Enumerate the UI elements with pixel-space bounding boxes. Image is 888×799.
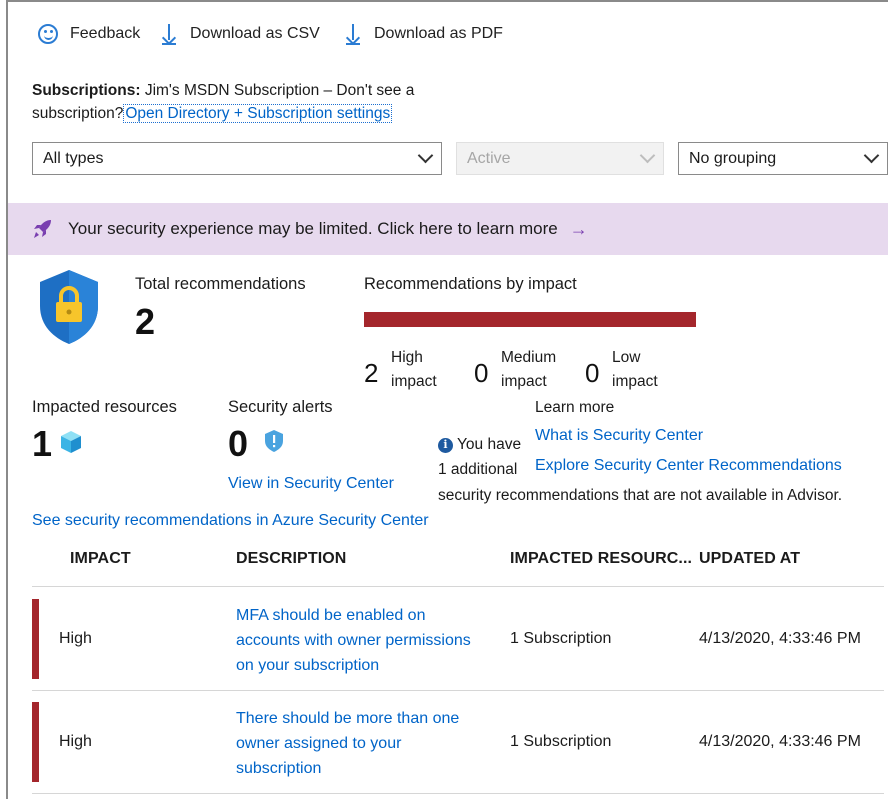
- low-impact-label: Low impact: [612, 349, 658, 390]
- impacted-resources-value: 1: [32, 423, 53, 464]
- grouping-value: No grouping: [689, 149, 777, 167]
- column-header-updated-at[interactable]: UPDATED AT: [699, 550, 800, 568]
- subscription-hint: subscription?: [32, 105, 124, 122]
- arrow-right-icon: →: [569, 218, 588, 239]
- low-impact-count: 0: [585, 358, 600, 388]
- subscriptions-info: Subscriptions: Jim's MSDN Subscription –…: [32, 79, 472, 125]
- alert-shield-icon: [265, 430, 283, 452]
- status-filter-value: Active: [467, 149, 511, 167]
- info-note-line1: i You have: [438, 435, 521, 455]
- high-impact-label: High impact: [391, 349, 437, 390]
- row-impact: High: [59, 630, 92, 647]
- banner-text: Your security experience may be limited.…: [68, 219, 558, 238]
- column-header-description[interactable]: DESCRIPTION: [236, 550, 346, 568]
- high-impact-marker: [32, 599, 39, 679]
- explore-recommendations-link[interactable]: Explore Security Center Recommendations: [535, 457, 842, 475]
- advisor-security-panel: Feedback Download as CSV Download as PDF…: [6, 0, 888, 799]
- subscriptions-label: Subscriptions:: [32, 82, 141, 99]
- high-impact-marker: [32, 702, 39, 782]
- see-azure-security-center-link[interactable]: See security recommendations in Azure Se…: [32, 512, 429, 530]
- download-icon: [162, 24, 176, 45]
- what-is-security-center-link[interactable]: What is Security Center: [535, 427, 703, 445]
- download-pdf-button[interactable]: Download as PDF: [346, 24, 503, 45]
- security-alerts-label: Security alerts: [228, 398, 333, 416]
- row-updated-at: 4/13/2020, 4:33:46 PM: [699, 630, 861, 647]
- medium-impact-label: Medium impact: [501, 349, 557, 390]
- chevron-down-icon: [639, 147, 656, 164]
- row-description-link[interactable]: There should be more than one owner assi…: [236, 706, 496, 781]
- download-pdf-label: Download as PDF: [374, 25, 503, 42]
- impact-distribution-bar: [364, 312, 696, 327]
- limited-experience-banner[interactable]: Your security experience may be limited.…: [8, 203, 888, 255]
- security-alerts-value: 0: [228, 423, 249, 464]
- row-impact: High: [59, 733, 92, 750]
- recommendations-by-impact-label: Recommendations by impact: [364, 275, 577, 293]
- row-divider: [32, 793, 884, 794]
- total-recommendations-value: 2: [135, 301, 156, 342]
- info-note-line3: security recommendations that are not av…: [438, 487, 843, 504]
- type-filter-value: All types: [43, 149, 104, 167]
- row-impacted-resources: 1 Subscription: [510, 733, 612, 750]
- header-divider: [32, 586, 884, 587]
- type-filter-dropdown[interactable]: All types: [32, 142, 442, 175]
- chevron-down-icon: [863, 147, 880, 164]
- feedback-label: Feedback: [70, 25, 141, 42]
- grouping-dropdown[interactable]: No grouping: [678, 142, 888, 175]
- download-icon: [346, 24, 360, 45]
- total-recommendations-label: Total recommendations: [135, 275, 306, 293]
- view-in-security-center-link[interactable]: View in Security Center: [228, 475, 394, 493]
- learn-more-label: Learn more: [535, 399, 615, 416]
- row-updated-at: 4/13/2020, 4:33:46 PM: [699, 733, 861, 750]
- subscription-name: Jim's MSDN Subscription – Don't see a: [144, 82, 415, 99]
- feedback-button[interactable]: Feedback: [38, 24, 140, 44]
- high-impact-count: 2: [364, 358, 379, 388]
- impacted-resources-label: Impacted resources: [32, 398, 177, 416]
- status-filter-dropdown: Active: [456, 142, 664, 175]
- row-divider: [32, 690, 884, 691]
- info-note-line2: 1 additional: [438, 461, 518, 478]
- column-header-impacted-resources[interactable]: IMPACTED RESOURC...: [510, 550, 692, 568]
- column-header-impact[interactable]: IMPACT: [70, 550, 131, 568]
- info-icon: i: [438, 437, 453, 453]
- download-csv-button[interactable]: Download as CSV: [162, 24, 320, 45]
- smiley-icon: [38, 24, 58, 44]
- cube-icon: [61, 431, 81, 453]
- row-description-link[interactable]: MFA should be enabled on accounts with o…: [236, 603, 496, 678]
- download-csv-label: Download as CSV: [190, 25, 320, 42]
- directory-settings-link[interactable]: Open Directory + Subscription settings: [123, 104, 393, 123]
- rocket-icon: [34, 220, 51, 238]
- medium-impact-count: 0: [474, 358, 489, 388]
- chevron-down-icon: [417, 147, 434, 164]
- security-shield-icon: [40, 270, 98, 344]
- row-impacted-resources: 1 Subscription: [510, 630, 612, 647]
